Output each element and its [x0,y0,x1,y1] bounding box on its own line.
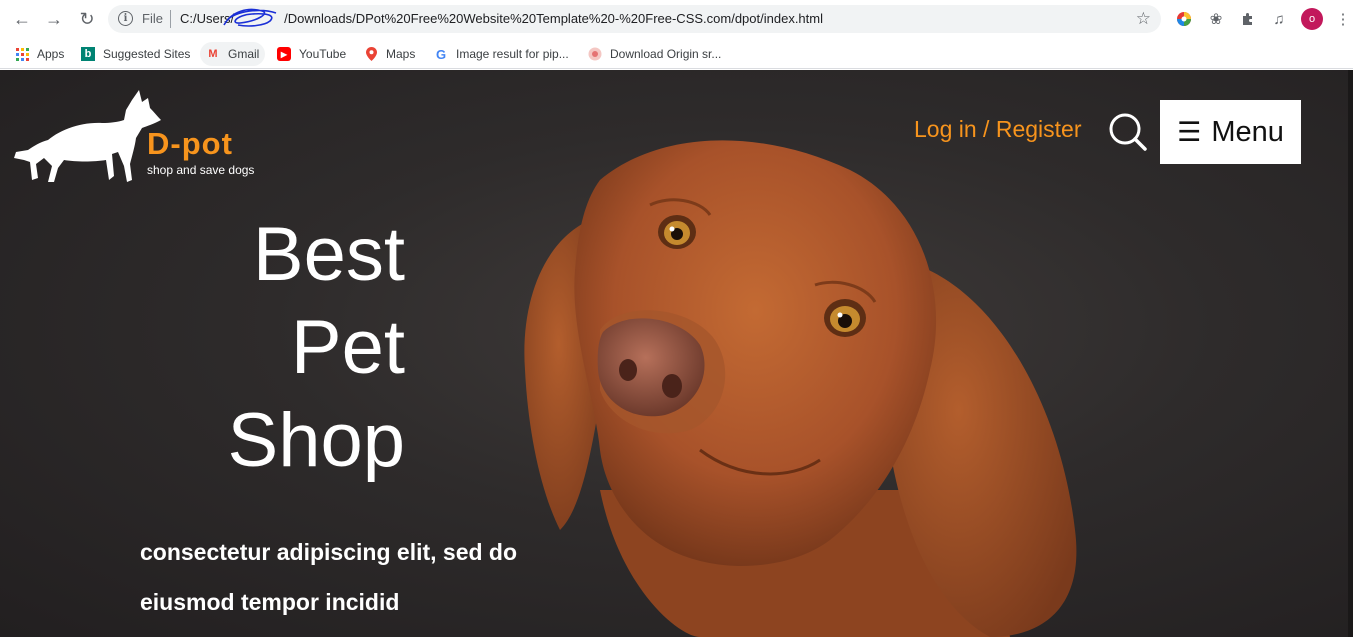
bookmark-label: YouTube [299,47,347,61]
bookmark-label: Image result for pip... [456,47,569,61]
bookmark-youtube[interactable]: ▶ YouTube [277,42,346,66]
site-logo[interactable]: D-pot shop and save dogs [14,90,264,185]
hero-headline: Best Pet Shop [100,208,406,487]
bing-icon: b [81,47,95,61]
youtube-icon: ▶ [277,47,291,61]
hero-section: D-pot shop and save dogs Log in / Regist… [0,70,1353,637]
url-scheme: File [142,11,163,26]
gmail-icon: M [208,48,218,60]
reload-icon[interactable]: ↻ [76,8,98,30]
bookmark-label: Download Origin sr... [610,47,722,61]
search-icon [1109,113,1147,151]
dog-silhouette-icon [14,90,161,182]
bug-extension-icon[interactable]: ❀ [1205,8,1227,30]
media-queue-icon[interactable]: ♫ [1268,8,1290,30]
page-scrollbar[interactable] [1348,70,1353,637]
login-register-link[interactable]: Log in / Register [914,116,1081,143]
search-button[interactable] [1106,110,1150,154]
subtext-line: consectetur adipiscing elit, sed do [140,539,518,565]
origin-icon [588,47,602,61]
headline-line: Pet [290,305,405,390]
address-bar[interactable]: i File C:/Users//Downloads/DPot%20Free%2… [108,5,1161,33]
redaction-scribble [223,8,277,27]
extensions-puzzle-icon[interactable] [1237,8,1259,30]
bookmark-maps[interactable]: Maps [364,42,415,66]
bookmark-label: Maps [386,47,416,61]
bookmark-label: Apps [37,47,65,61]
bookmark-suggested-sites[interactable]: b Suggested Sites [81,42,190,66]
bookmark-label: Gmail [228,47,260,61]
url-divider [170,10,171,28]
more-options-icon[interactable]: ⋮ [1332,8,1353,30]
hero-subtext: consectetur adipiscing elit, sed do eius… [140,527,517,627]
forward-icon[interactable]: → [43,8,65,30]
google-icon: G [435,46,447,62]
apps-grid-icon [15,47,29,61]
hamburger-icon: ☰ [1177,116,1202,147]
bookmarks-bar: Apps b Suggested Sites M Gmail ▶ YouTube… [0,37,1353,69]
menu-button[interactable]: ☰ Menu [1160,100,1301,164]
headline-line: Shop [227,398,406,483]
back-icon[interactable]: ← [11,8,33,30]
bookmark-apps[interactable]: Apps [15,42,64,66]
info-icon[interactable]: i [118,11,133,26]
menu-label: Menu [1211,115,1284,148]
bookmark-download-origin[interactable]: Download Origin sr... [588,42,721,66]
color-wheel-extension-icon[interactable] [1173,8,1195,30]
logo-name: D-pot [147,126,233,161]
subtext-line: eiusmod tempor incidid [140,589,400,615]
bookmark-gmail[interactable]: M Gmail [200,42,266,66]
bookmark-image-result[interactable]: G Image result for pip... [434,42,569,66]
maps-pin-icon [364,47,378,61]
bookmark-label: Suggested Sites [103,47,191,61]
logo-tagline: shop and save dogs [147,163,255,177]
headline-line: Best [252,212,405,297]
profile-avatar[interactable]: o [1301,8,1323,30]
browser-toolbar: ← → ↻ i File C:/Users//Downloads/DPot%20… [0,0,1353,37]
bookmark-star-icon[interactable]: ☆ [1136,9,1151,29]
